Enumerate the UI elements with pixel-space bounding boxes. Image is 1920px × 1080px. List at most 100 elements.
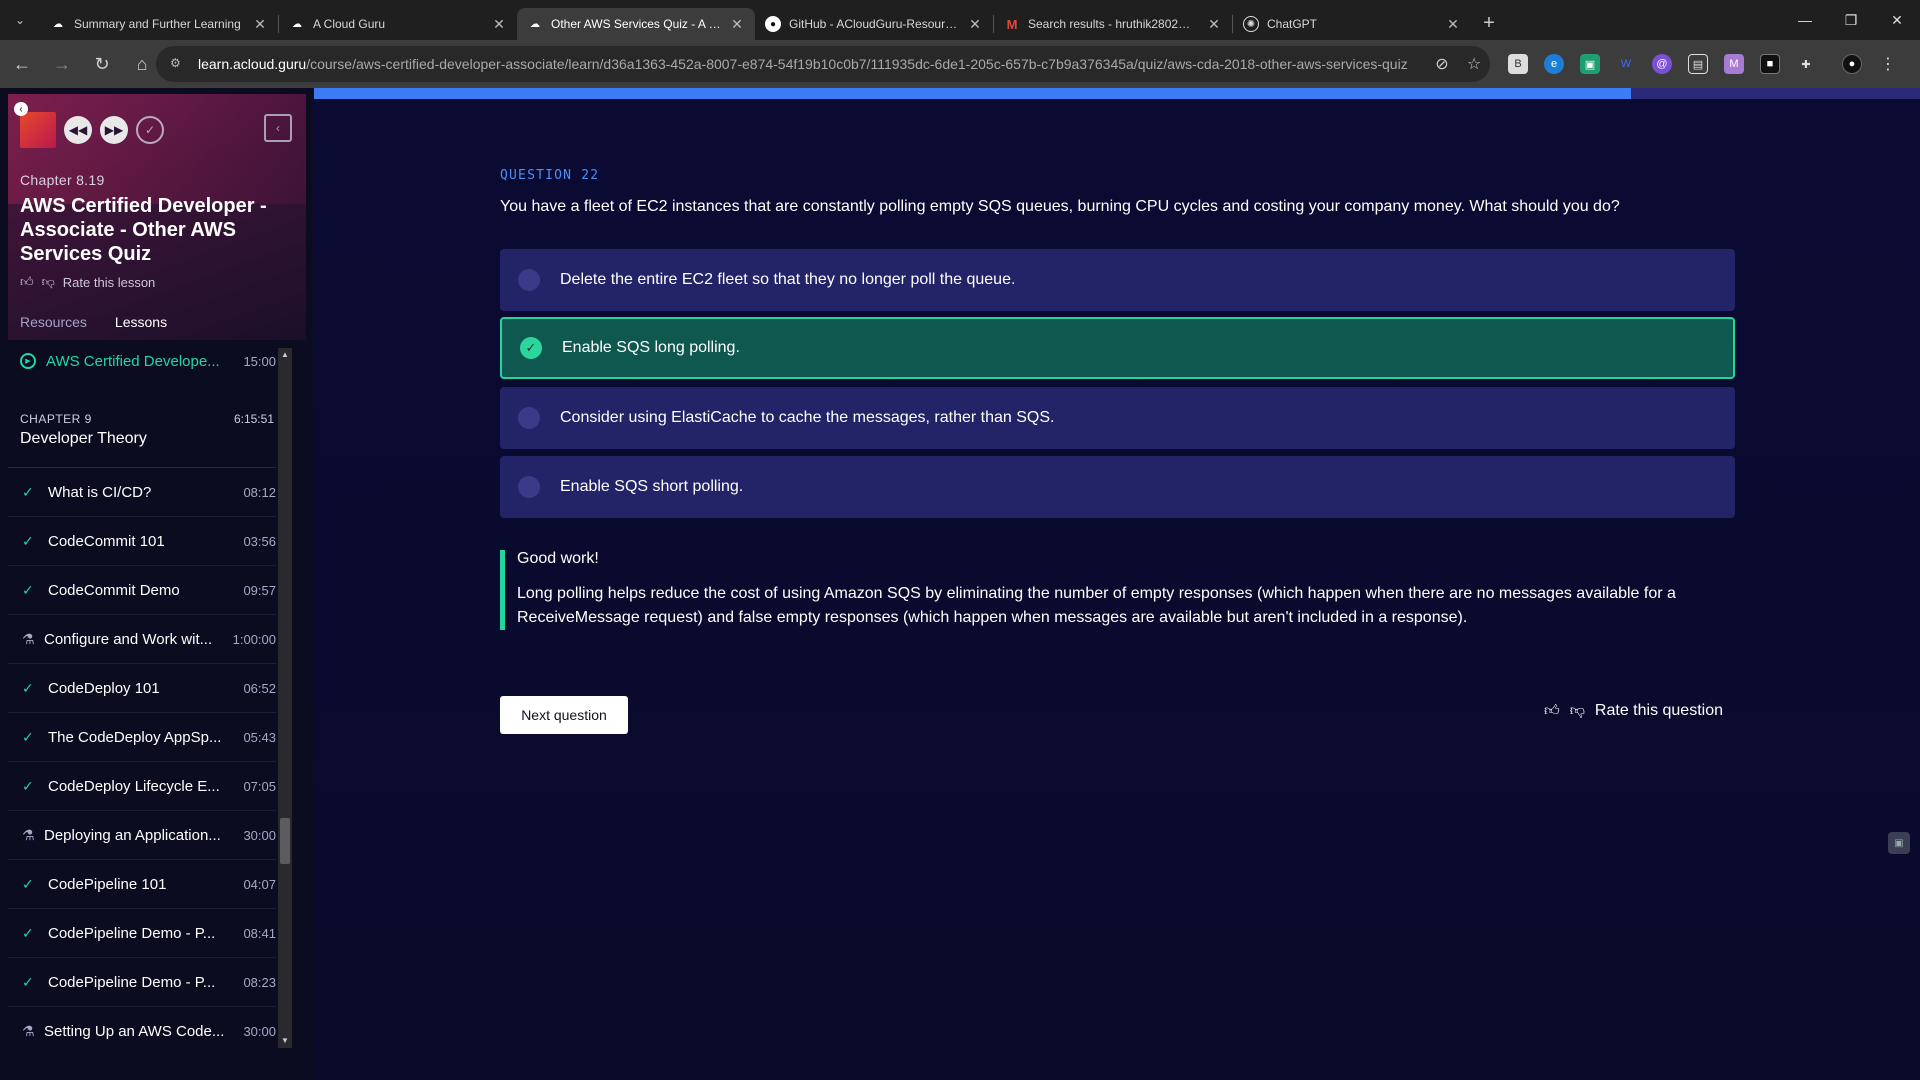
- play-circle-icon: ▶: [20, 353, 36, 369]
- lesson-item[interactable]: ⚗ Setting Up an AWS Code... 30:00: [8, 1007, 276, 1046]
- lesson-item[interactable]: ✓ CodePipeline 101 04:07: [8, 860, 276, 909]
- browser-tab[interactable]: ● GitHub - ACloudGuru-Resource... ✕: [755, 8, 993, 40]
- thumbs-down-icon[interactable]: 👎︎: [1570, 702, 1585, 720]
- close-tab-icon[interactable]: ✕: [729, 16, 745, 33]
- chapter-header[interactable]: CHAPTER 9 6:15:51 Developer Theory: [8, 376, 276, 468]
- back-chevron-icon[interactable]: ‹: [14, 102, 28, 116]
- close-tab-icon[interactable]: ✕: [491, 16, 507, 33]
- lesson-item-duration: 07:05: [243, 778, 276, 794]
- lesson-item[interactable]: ✓ The CodeDeploy AppSp... 05:43: [8, 713, 276, 762]
- close-tab-icon[interactable]: ✕: [967, 16, 983, 33]
- reload-icon[interactable]: ↻: [84, 46, 120, 82]
- answer-option[interactable]: Enable SQS short polling.: [500, 456, 1735, 518]
- browser-toolbar: ← → ↻ ⌂ ⚙ learn.acloud.guru/course/aws-c…: [0, 40, 1920, 88]
- lesson-item[interactable]: ✓ CodePipeline Demo - P... 08:23: [8, 958, 276, 1007]
- lesson-item-title: AWS Certified Develope...: [46, 352, 220, 370]
- bookmark-star-icon[interactable]: ☆: [1458, 54, 1490, 74]
- chapter-number: CHAPTER 9: [20, 412, 92, 426]
- browser-tabbar: ⌄ ☁ Summary and Further Learning ✕ ☁ A C…: [0, 0, 1920, 40]
- browser-tab[interactable]: ☁ A Cloud Guru ✕: [279, 8, 517, 40]
- next-question-button[interactable]: Next question: [500, 696, 628, 734]
- checkmark-icon: ✓: [22, 679, 34, 696]
- course-thumbnail: [20, 112, 56, 148]
- extension-icon[interactable]: @: [1652, 54, 1672, 74]
- lesson-list-scrollbar[interactable]: ▲ ▼: [278, 348, 292, 1048]
- lesson-item[interactable]: ✓ CodePipeline Demo - P... 08:41: [8, 909, 276, 958]
- answer-option[interactable]: Consider using ElastiCache to cache the …: [500, 387, 1735, 449]
- answer-feedback: Good work! Long polling helps reduce the…: [500, 550, 1735, 630]
- profile-avatar[interactable]: ●: [1842, 54, 1862, 74]
- more-menu-icon[interactable]: ⋮: [1878, 54, 1898, 74]
- thumbs-up-icon[interactable]: 👍︎: [20, 274, 34, 290]
- tab-lessons[interactable]: Lessons: [115, 314, 167, 330]
- mark-complete-icon[interactable]: ✓: [136, 116, 164, 144]
- answer-option-correct[interactable]: ✓ Enable SQS long polling.: [500, 317, 1735, 379]
- site-info-icon[interactable]: ⚙: [170, 56, 186, 72]
- lesson-item-title: What is CI/CD?: [48, 483, 152, 501]
- scroll-up-arrow-icon[interactable]: ▲: [278, 348, 292, 362]
- browser-tab[interactable]: ✺ ChatGPT ✕: [1233, 8, 1471, 40]
- restore-icon[interactable]: ❐: [1828, 0, 1874, 40]
- url-text[interactable]: learn.acloud.guru/course/aws-certified-d…: [198, 56, 1426, 72]
- github-icon: ●: [765, 16, 781, 32]
- eye-off-icon[interactable]: ⊘: [1426, 54, 1458, 74]
- lesson-item[interactable]: ✓ CodeDeploy Lifecycle E... 07:05: [8, 762, 276, 811]
- minimize-icon[interactable]: —: [1782, 0, 1828, 40]
- extension-icon[interactable]: B: [1508, 54, 1528, 74]
- close-tab-icon[interactable]: ✕: [1445, 16, 1461, 33]
- chat-widget-icon[interactable]: ▣: [1888, 832, 1910, 854]
- scroll-down-arrow-icon[interactable]: ▼: [278, 1034, 292, 1048]
- checkmark-icon: ✓: [22, 532, 34, 549]
- answer-option[interactable]: Delete the entire EC2 fleet so that they…: [500, 249, 1735, 311]
- lesson-item-duration: 03:56: [243, 533, 276, 549]
- lab-flask-icon: ⚗: [22, 630, 35, 647]
- back-arrow-icon[interactable]: ←: [4, 46, 40, 82]
- rate-lesson-label: Rate this lesson: [62, 274, 156, 290]
- thumbs-down-icon[interactable]: 👎︎: [42, 274, 55, 290]
- collapse-sidebar-icon[interactable]: ‹: [264, 114, 292, 142]
- extension-icon[interactable]: W: [1616, 54, 1636, 74]
- rate-lesson: 👍︎ 👎︎ Rate this lesson: [20, 274, 155, 290]
- extension-icon[interactable]: ▣: [1580, 54, 1600, 74]
- extension-icon[interactable]: ■: [1760, 54, 1780, 74]
- browser-tab[interactable]: ☁ Summary and Further Learning ✕: [40, 8, 278, 40]
- edge-extension-icon[interactable]: e: [1544, 54, 1564, 74]
- close-window-icon[interactable]: ✕: [1874, 0, 1920, 40]
- close-tab-icon[interactable]: ✕: [1206, 16, 1222, 33]
- tab-title: A Cloud Guru: [313, 17, 386, 31]
- browser-tab-active[interactable]: ☁ Other AWS Services Quiz - A Cl... ✕: [517, 8, 755, 40]
- lesson-item[interactable]: ✓ CodeCommit 101 03:56: [8, 517, 276, 566]
- lesson-item-duration: 04:07: [243, 876, 276, 892]
- new-tab-button[interactable]: +: [1471, 12, 1507, 35]
- lesson-item[interactable]: ⚗ Configure and Work wit... 1:00:00: [8, 615, 276, 664]
- lesson-item-duration: 30:00: [243, 1023, 276, 1039]
- forward-arrow-icon[interactable]: →: [44, 46, 80, 82]
- close-tab-icon[interactable]: ✕: [252, 16, 268, 33]
- lesson-title: AWS Certified Developer - Associate - Ot…: [20, 195, 267, 265]
- lesson-item-duration: 15:00: [243, 353, 276, 369]
- tab-resources[interactable]: Resources: [20, 314, 87, 330]
- quiz-progress-fill: [314, 88, 1631, 99]
- scrollbar-thumb[interactable]: [280, 818, 290, 864]
- previous-lesson-icon[interactable]: ◀◀: [64, 116, 92, 144]
- tab-search-icon[interactable]: ⌄: [0, 0, 40, 40]
- question-number: QUESTION 22: [500, 168, 600, 183]
- puzzle-icon[interactable]: ✚: [1796, 54, 1816, 74]
- lesson-item[interactable]: ✓ CodeDeploy 101 06:52: [8, 664, 276, 713]
- browser-tab[interactable]: M Search results - hruthik2802@g... ✕: [994, 8, 1232, 40]
- lesson-item[interactable]: ⚗ Deploying an Application... 30:00: [8, 811, 276, 860]
- extension-icon[interactable]: M: [1724, 54, 1744, 74]
- lesson-item-current[interactable]: ▶ AWS Certified Develope... 15:00: [8, 346, 276, 376]
- extension-icon[interactable]: ▤: [1688, 54, 1708, 74]
- next-lesson-icon[interactable]: ▶▶: [100, 116, 128, 144]
- lesson-item-duration: 05:43: [243, 729, 276, 745]
- thumbs-up-icon[interactable]: 👍︎: [1544, 702, 1560, 720]
- lesson-item[interactable]: ✓ What is CI/CD? 08:12: [8, 468, 276, 517]
- extensions-bar: B e ▣ W @ ▤ M ■ ✚ ● ⋮: [1500, 48, 1906, 80]
- home-icon[interactable]: ⌂: [124, 46, 160, 82]
- course-sidebar: ‹ ◀◀ ▶▶ ✓ ‹ Chapter 8.19 AWS Certified D…: [0, 88, 314, 1080]
- tab-title: ChatGPT: [1267, 17, 1318, 31]
- address-bar[interactable]: ⚙ learn.acloud.guru/course/aws-certified…: [156, 46, 1490, 82]
- rate-question: 👍︎ 👎︎ Rate this question: [1544, 702, 1723, 720]
- lesson-item[interactable]: ✓ CodeCommit Demo 09:57: [8, 566, 276, 615]
